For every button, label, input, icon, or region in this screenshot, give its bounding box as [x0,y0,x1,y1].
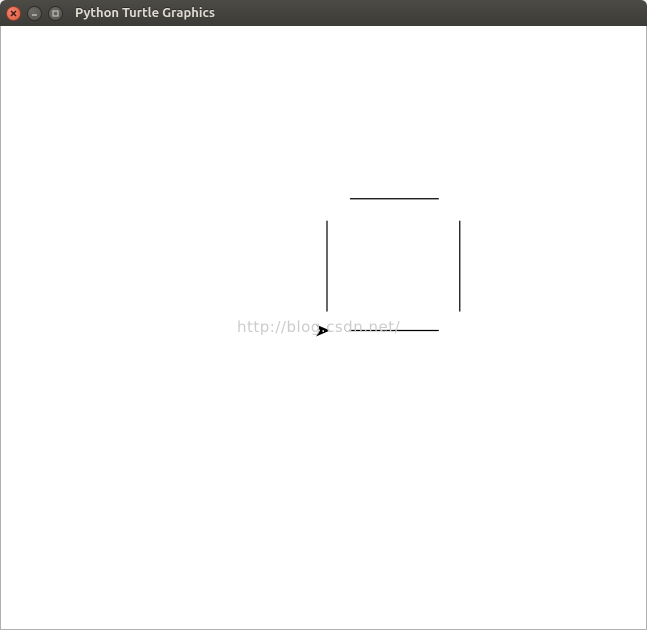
titlebar[interactable]: Python Turtle Graphics [0,0,647,26]
minimize-button[interactable] [27,6,42,21]
minimize-icon [31,10,38,17]
window-title: Python Turtle Graphics [75,6,215,20]
window: Python Turtle Graphics http://blog.csdn.… [0,0,647,630]
turtle-canvas-area: http://blog.csdn.net/ [0,26,647,630]
maximize-button[interactable] [48,6,63,21]
turtle-drawing [1,26,646,629]
close-button[interactable] [6,6,21,21]
window-controls [6,6,63,21]
turtle-cursor-icon [316,325,330,337]
maximize-icon [52,10,59,17]
close-icon [10,10,17,17]
